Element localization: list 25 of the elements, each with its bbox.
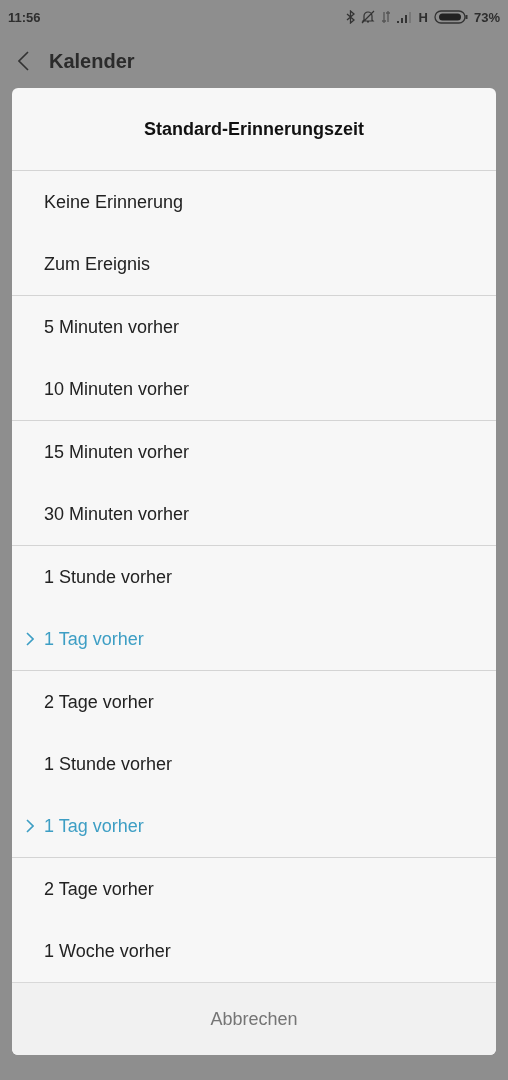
signal-icon xyxy=(396,11,413,23)
bluetooth-icon xyxy=(345,10,355,24)
option-item[interactable]: 5 Minuten vorher xyxy=(12,296,496,358)
option-item[interactable]: 30 Minuten vorher xyxy=(12,483,496,545)
cancel-button[interactable]: Abbrechen xyxy=(194,1000,314,1038)
option-item[interactable]: 1 Stunde vorher xyxy=(12,546,496,608)
option-item[interactable]: 15 Minuten vorher xyxy=(12,421,496,483)
network-type: H xyxy=(418,9,428,25)
dialog-title: Standard-Erinnerungszeit xyxy=(143,117,365,141)
page-title: Kalender xyxy=(49,49,135,73)
option-item[interactable]: 2 Tage vorher xyxy=(12,671,496,733)
battery-icon xyxy=(433,10,468,24)
chevron-icon xyxy=(26,632,34,646)
option-item[interactable]: 2 Tage vorher xyxy=(12,858,496,920)
back-icon[interactable] xyxy=(18,51,29,71)
battery-percent: 73% xyxy=(473,9,500,25)
option-item[interactable]: 1 Stunde vorher xyxy=(12,733,496,795)
muted-bell-icon xyxy=(360,10,375,24)
option-item[interactable]: Keine Erinnerung xyxy=(12,171,496,233)
option-item[interactable]: Zum Ereignis xyxy=(12,233,496,295)
chevron-icon xyxy=(26,819,34,833)
clock-time: 11:56 xyxy=(8,9,41,25)
option-item[interactable]: 10 Minuten vorher xyxy=(12,358,496,420)
option-item[interactable]: 1 Woche vorher xyxy=(12,920,496,982)
data-arrows-icon xyxy=(380,10,391,24)
